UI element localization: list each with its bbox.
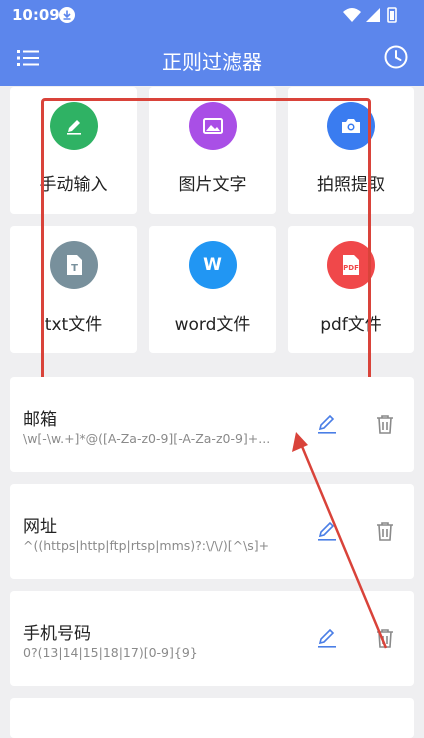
signal-icon: [366, 8, 380, 22]
rule-name: 邮箱: [23, 410, 57, 430]
app-bar: 正则过滤器: [0, 30, 424, 86]
rule-name: 手机号码: [23, 624, 91, 644]
edit-icon[interactable]: [315, 626, 339, 650]
rule-card-phone[interactable]: 手机号码 0?(13|14|15|18|17)[0-9]{9}: [10, 591, 414, 686]
page-title: 正则过滤器: [162, 50, 262, 74]
rule-card-partial[interactable]: [10, 698, 414, 738]
delete-icon[interactable]: [373, 519, 397, 543]
rule-name: 网址: [23, 517, 57, 537]
delete-icon[interactable]: [373, 412, 397, 436]
rule-card-email[interactable]: 邮箱 \w[-\w.+]*@([A-Za-z0-9][-A-Za-z0-9]+.…: [10, 377, 414, 472]
wifi-icon: [343, 8, 361, 22]
status-time: 10:09: [12, 6, 60, 24]
edit-icon[interactable]: [315, 412, 339, 436]
download-icon: [59, 7, 75, 23]
rule-pattern: 0?(13|14|15|18|17)[0-9]{9}: [23, 645, 198, 660]
rule-pattern: \w[-\w.+]*@([A-Za-z0-9][-A-Za-z0-9]+...: [23, 431, 271, 446]
edit-icon[interactable]: [315, 519, 339, 543]
status-bar: 10:09: [0, 0, 424, 30]
annotation-highlight-box: [41, 98, 371, 385]
rule-card-url[interactable]: 网址 ^((https|http|ftp|rtsp|mms)?:\/\/)[^\…: [10, 484, 414, 579]
delete-icon[interactable]: [373, 626, 397, 650]
rule-pattern: ^((https|http|ftp|rtsp|mms)?:\/\/)[^\s]+: [23, 538, 270, 553]
status-icons: [343, 7, 397, 23]
clock-icon[interactable]: [383, 44, 409, 70]
